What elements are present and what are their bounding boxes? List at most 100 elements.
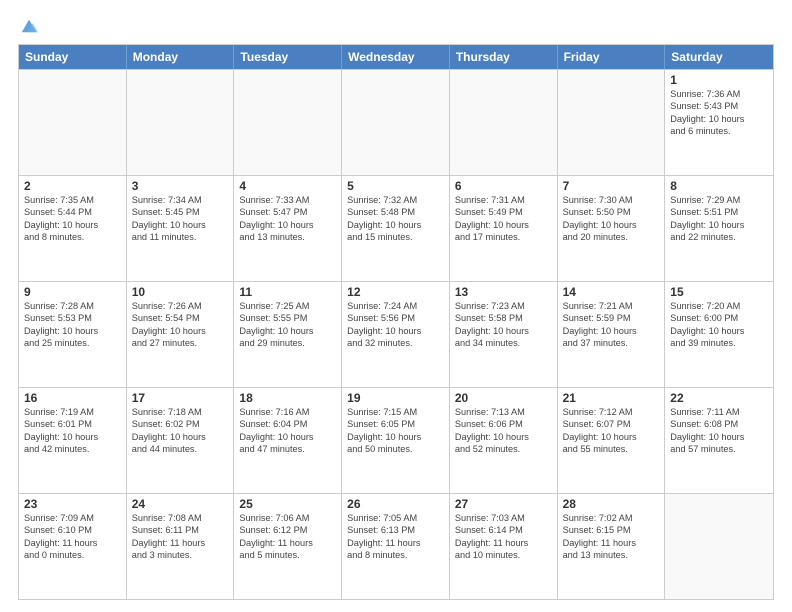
day-number: 8 [670, 179, 768, 193]
week-row-4: 16Sunrise: 7:19 AM Sunset: 6:01 PM Dayli… [19, 387, 773, 493]
day-info: Sunrise: 7:03 AM Sunset: 6:14 PM Dayligh… [455, 512, 552, 562]
empty-cell [127, 70, 235, 175]
day-cell-26: 26Sunrise: 7:05 AM Sunset: 6:13 PM Dayli… [342, 494, 450, 599]
day-number: 19 [347, 391, 444, 405]
day-number: 5 [347, 179, 444, 193]
logo [18, 16, 38, 36]
empty-cell [342, 70, 450, 175]
header [18, 16, 774, 36]
logo-icon [20, 16, 38, 34]
day-number: 16 [24, 391, 121, 405]
day-cell-5: 5Sunrise: 7:32 AM Sunset: 5:48 PM Daylig… [342, 176, 450, 281]
header-cell-tuesday: Tuesday [234, 45, 342, 69]
day-cell-1: 1Sunrise: 7:36 AM Sunset: 5:43 PM Daylig… [665, 70, 773, 175]
page: SundayMondayTuesdayWednesdayThursdayFrid… [0, 0, 792, 612]
day-info: Sunrise: 7:33 AM Sunset: 5:47 PM Dayligh… [239, 194, 336, 244]
day-number: 2 [24, 179, 121, 193]
day-info: Sunrise: 7:11 AM Sunset: 6:08 PM Dayligh… [670, 406, 768, 456]
day-cell-27: 27Sunrise: 7:03 AM Sunset: 6:14 PM Dayli… [450, 494, 558, 599]
empty-cell [234, 70, 342, 175]
day-number: 15 [670, 285, 768, 299]
day-cell-17: 17Sunrise: 7:18 AM Sunset: 6:02 PM Dayli… [127, 388, 235, 493]
day-info: Sunrise: 7:15 AM Sunset: 6:05 PM Dayligh… [347, 406, 444, 456]
day-info: Sunrise: 7:26 AM Sunset: 5:54 PM Dayligh… [132, 300, 229, 350]
day-cell-28: 28Sunrise: 7:02 AM Sunset: 6:15 PM Dayli… [558, 494, 666, 599]
day-cell-24: 24Sunrise: 7:08 AM Sunset: 6:11 PM Dayli… [127, 494, 235, 599]
header-cell-friday: Friday [558, 45, 666, 69]
day-info: Sunrise: 7:12 AM Sunset: 6:07 PM Dayligh… [563, 406, 660, 456]
day-cell-2: 2Sunrise: 7:35 AM Sunset: 5:44 PM Daylig… [19, 176, 127, 281]
day-number: 27 [455, 497, 552, 511]
day-info: Sunrise: 7:31 AM Sunset: 5:49 PM Dayligh… [455, 194, 552, 244]
header-cell-wednesday: Wednesday [342, 45, 450, 69]
day-number: 12 [347, 285, 444, 299]
day-info: Sunrise: 7:05 AM Sunset: 6:13 PM Dayligh… [347, 512, 444, 562]
day-info: Sunrise: 7:20 AM Sunset: 6:00 PM Dayligh… [670, 300, 768, 350]
day-info: Sunrise: 7:28 AM Sunset: 5:53 PM Dayligh… [24, 300, 121, 350]
empty-cell [558, 70, 666, 175]
day-info: Sunrise: 7:34 AM Sunset: 5:45 PM Dayligh… [132, 194, 229, 244]
day-info: Sunrise: 7:24 AM Sunset: 5:56 PM Dayligh… [347, 300, 444, 350]
day-number: 20 [455, 391, 552, 405]
empty-cell [665, 494, 773, 599]
day-number: 25 [239, 497, 336, 511]
day-cell-12: 12Sunrise: 7:24 AM Sunset: 5:56 PM Dayli… [342, 282, 450, 387]
empty-cell [450, 70, 558, 175]
day-number: 18 [239, 391, 336, 405]
day-number: 22 [670, 391, 768, 405]
day-cell-19: 19Sunrise: 7:15 AM Sunset: 6:05 PM Dayli… [342, 388, 450, 493]
day-info: Sunrise: 7:19 AM Sunset: 6:01 PM Dayligh… [24, 406, 121, 456]
day-info: Sunrise: 7:13 AM Sunset: 6:06 PM Dayligh… [455, 406, 552, 456]
day-info: Sunrise: 7:36 AM Sunset: 5:43 PM Dayligh… [670, 88, 768, 138]
day-cell-21: 21Sunrise: 7:12 AM Sunset: 6:07 PM Dayli… [558, 388, 666, 493]
week-row-3: 9Sunrise: 7:28 AM Sunset: 5:53 PM Daylig… [19, 281, 773, 387]
week-row-5: 23Sunrise: 7:09 AM Sunset: 6:10 PM Dayli… [19, 493, 773, 599]
day-cell-20: 20Sunrise: 7:13 AM Sunset: 6:06 PM Dayli… [450, 388, 558, 493]
day-cell-16: 16Sunrise: 7:19 AM Sunset: 6:01 PM Dayli… [19, 388, 127, 493]
day-info: Sunrise: 7:30 AM Sunset: 5:50 PM Dayligh… [563, 194, 660, 244]
day-info: Sunrise: 7:32 AM Sunset: 5:48 PM Dayligh… [347, 194, 444, 244]
day-number: 11 [239, 285, 336, 299]
header-cell-sunday: Sunday [19, 45, 127, 69]
day-info: Sunrise: 7:25 AM Sunset: 5:55 PM Dayligh… [239, 300, 336, 350]
day-cell-14: 14Sunrise: 7:21 AM Sunset: 5:59 PM Dayli… [558, 282, 666, 387]
calendar-body: 1Sunrise: 7:36 AM Sunset: 5:43 PM Daylig… [19, 69, 773, 599]
week-row-2: 2Sunrise: 7:35 AM Sunset: 5:44 PM Daylig… [19, 175, 773, 281]
day-info: Sunrise: 7:29 AM Sunset: 5:51 PM Dayligh… [670, 194, 768, 244]
day-cell-10: 10Sunrise: 7:26 AM Sunset: 5:54 PM Dayli… [127, 282, 235, 387]
day-number: 10 [132, 285, 229, 299]
day-cell-18: 18Sunrise: 7:16 AM Sunset: 6:04 PM Dayli… [234, 388, 342, 493]
day-number: 17 [132, 391, 229, 405]
day-number: 4 [239, 179, 336, 193]
day-number: 1 [670, 73, 768, 87]
day-cell-13: 13Sunrise: 7:23 AM Sunset: 5:58 PM Dayli… [450, 282, 558, 387]
day-number: 21 [563, 391, 660, 405]
day-cell-8: 8Sunrise: 7:29 AM Sunset: 5:51 PM Daylig… [665, 176, 773, 281]
day-cell-6: 6Sunrise: 7:31 AM Sunset: 5:49 PM Daylig… [450, 176, 558, 281]
day-number: 14 [563, 285, 660, 299]
day-number: 9 [24, 285, 121, 299]
calendar-header-row: SundayMondayTuesdayWednesdayThursdayFrid… [19, 45, 773, 69]
empty-cell [19, 70, 127, 175]
header-cell-thursday: Thursday [450, 45, 558, 69]
day-number: 7 [563, 179, 660, 193]
day-info: Sunrise: 7:16 AM Sunset: 6:04 PM Dayligh… [239, 406, 336, 456]
day-cell-7: 7Sunrise: 7:30 AM Sunset: 5:50 PM Daylig… [558, 176, 666, 281]
day-cell-3: 3Sunrise: 7:34 AM Sunset: 5:45 PM Daylig… [127, 176, 235, 281]
day-info: Sunrise: 7:06 AM Sunset: 6:12 PM Dayligh… [239, 512, 336, 562]
day-number: 26 [347, 497, 444, 511]
day-cell-15: 15Sunrise: 7:20 AM Sunset: 6:00 PM Dayli… [665, 282, 773, 387]
header-cell-saturday: Saturday [665, 45, 773, 69]
day-cell-9: 9Sunrise: 7:28 AM Sunset: 5:53 PM Daylig… [19, 282, 127, 387]
day-cell-23: 23Sunrise: 7:09 AM Sunset: 6:10 PM Dayli… [19, 494, 127, 599]
header-cell-monday: Monday [127, 45, 235, 69]
day-cell-22: 22Sunrise: 7:11 AM Sunset: 6:08 PM Dayli… [665, 388, 773, 493]
calendar: SundayMondayTuesdayWednesdayThursdayFrid… [18, 44, 774, 600]
day-number: 3 [132, 179, 229, 193]
day-number: 13 [455, 285, 552, 299]
day-number: 28 [563, 497, 660, 511]
day-number: 24 [132, 497, 229, 511]
day-number: 6 [455, 179, 552, 193]
day-info: Sunrise: 7:23 AM Sunset: 5:58 PM Dayligh… [455, 300, 552, 350]
day-info: Sunrise: 7:08 AM Sunset: 6:11 PM Dayligh… [132, 512, 229, 562]
